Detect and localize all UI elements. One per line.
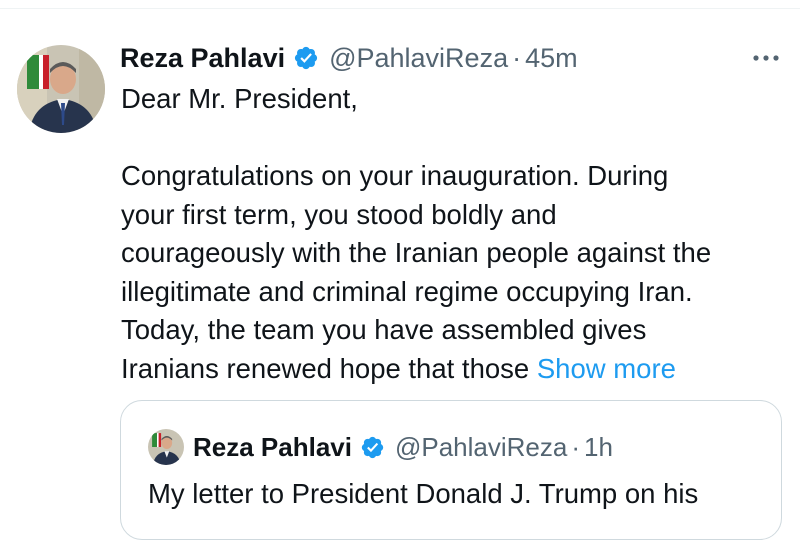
quoted-author-avatar[interactable] bbox=[148, 429, 184, 465]
separator-dot: · bbox=[512, 42, 522, 73]
separator-dot: · bbox=[571, 431, 581, 462]
quoted-tweet[interactable]: Reza Pahlavi @PahlaviReza · 1h My letter… bbox=[120, 400, 782, 540]
quoted-tweet-text: My letter to President Donald J. Trump o… bbox=[148, 478, 699, 509]
author-name[interactable]: Reza Pahlavi bbox=[120, 43, 285, 74]
quoted-author-name[interactable]: Reza Pahlavi bbox=[193, 432, 352, 463]
tweet-text-fragment: Iranians renewed hope that those bbox=[121, 352, 537, 384]
tweet-text-line: Congratulations on your inauguration. Du… bbox=[121, 160, 669, 191]
author-handle[interactable]: @PahlaviReza bbox=[329, 43, 508, 74]
quoted-timestamp[interactable]: 1h bbox=[584, 432, 613, 463]
verified-badge-icon bbox=[293, 45, 319, 71]
verified-badge-icon bbox=[360, 435, 385, 460]
tweet-text-line-last: Iranians renewed hope that those Show mo… bbox=[121, 350, 781, 389]
tweet-header: Reza Pahlavi @PahlaviReza · 45m bbox=[120, 40, 578, 76]
quoted-tweet-header: Reza Pahlavi @PahlaviReza · 1h bbox=[193, 429, 613, 465]
tweet-text-line: Today, the team you have assembled gives bbox=[121, 314, 647, 345]
tweet-text-line: Dear Mr. President, bbox=[121, 83, 358, 114]
tweet-text-line: your first term, you stood boldly and bbox=[121, 198, 557, 230]
more-horizontal-icon[interactable] bbox=[748, 46, 784, 70]
tweet-body: Dear Mr. President, Congratulations on y… bbox=[121, 80, 781, 388]
tweet-text-line: courageously with the Iranian people aga… bbox=[121, 237, 712, 268]
timestamp[interactable]: 45m bbox=[525, 43, 578, 74]
tweet[interactable]: Reza Pahlavi @PahlaviReza · 45m Dear Mr.… bbox=[0, 0, 800, 540]
show-more-link[interactable]: Show more bbox=[537, 353, 676, 384]
author-avatar[interactable] bbox=[17, 45, 105, 133]
quoted-author-handle[interactable]: @PahlaviReza bbox=[395, 432, 567, 463]
tweet-text-line: illegitimate and criminal regime occupyi… bbox=[121, 275, 693, 307]
